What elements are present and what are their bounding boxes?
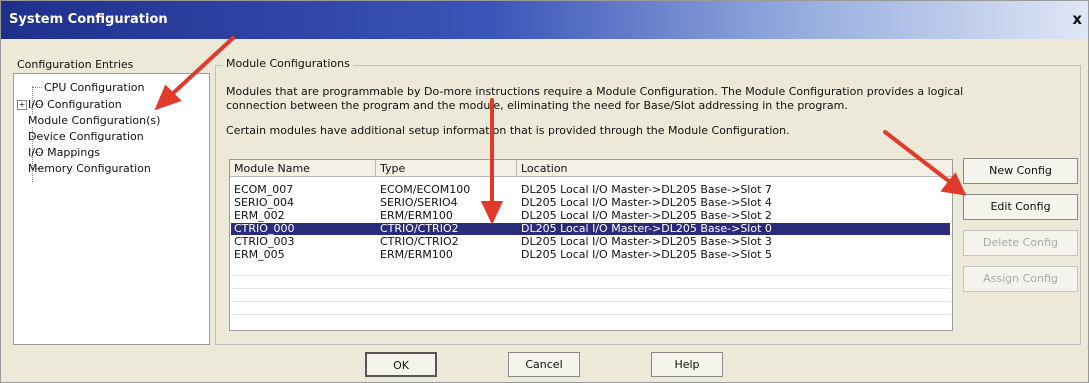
annotation-arrow (883, 130, 952, 184)
annotation-arrows (154, 36, 967, 225)
annotation-arrowhead (480, 201, 504, 225)
annotation-arrow (168, 36, 235, 98)
